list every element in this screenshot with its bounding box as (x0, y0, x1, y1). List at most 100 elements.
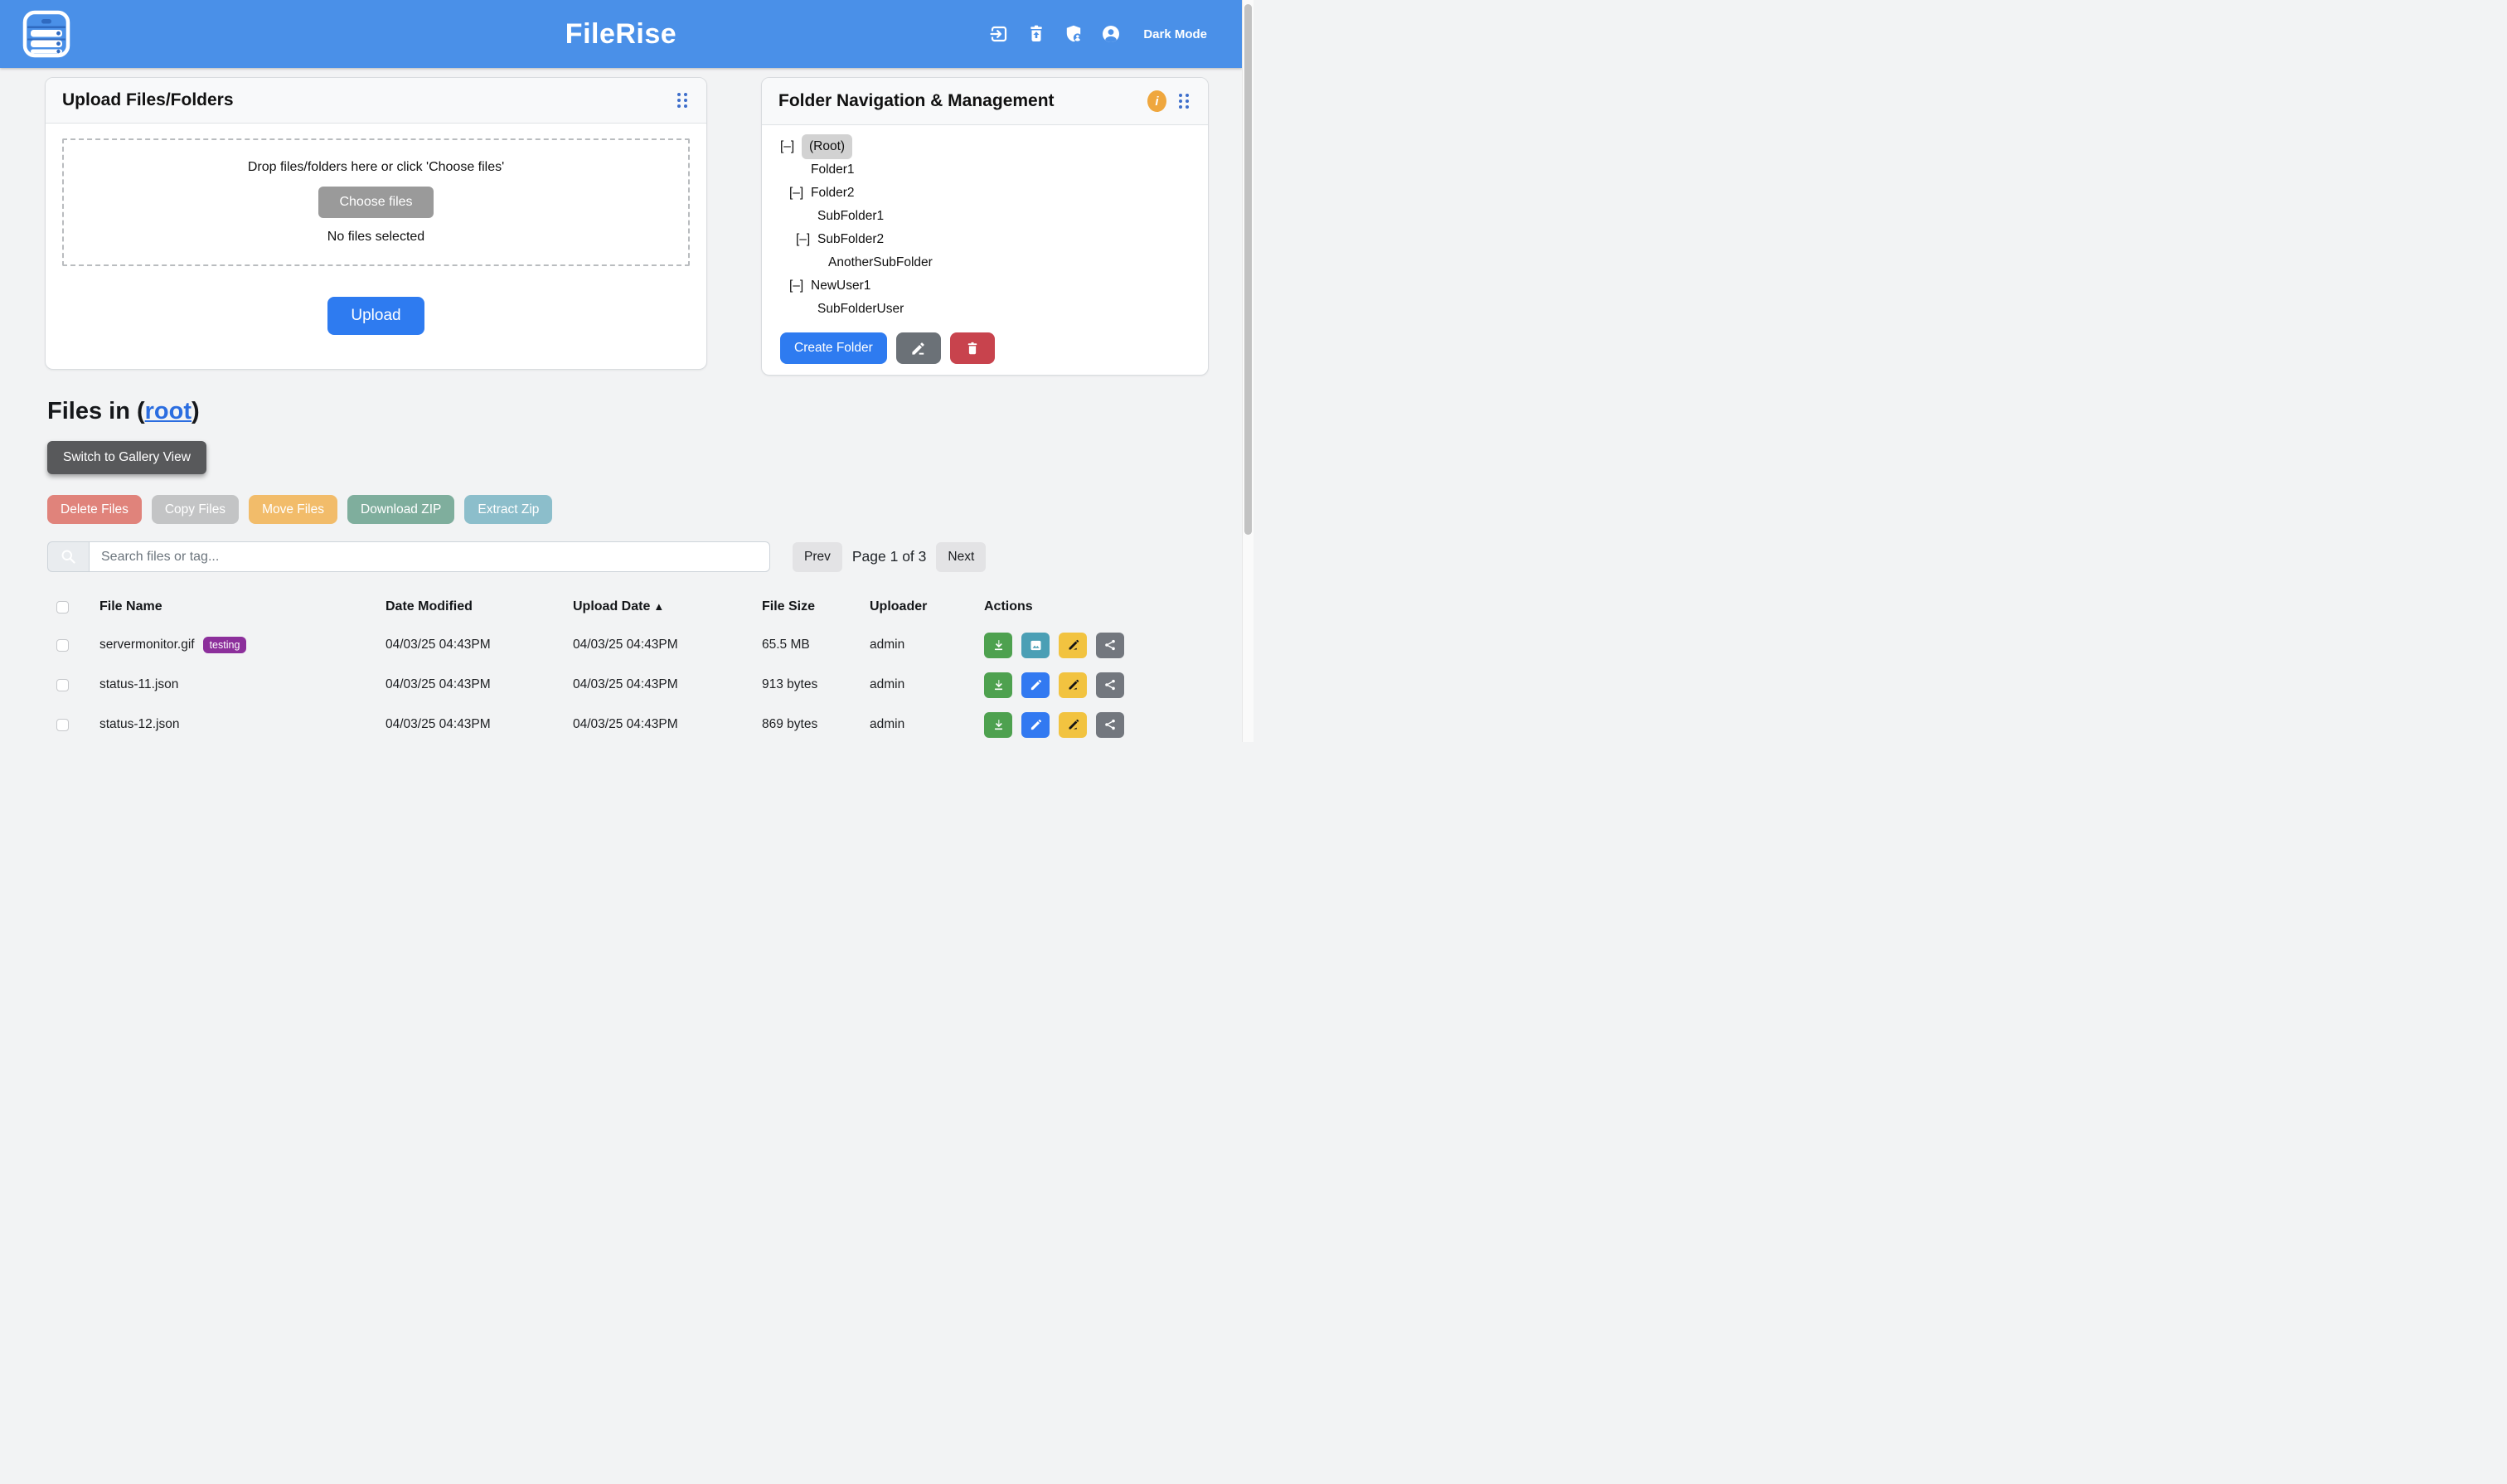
share-icon (1103, 718, 1117, 731)
rename-button[interactable] (1059, 672, 1087, 698)
tree-item-folder2[interactable]: [–] Folder2 (780, 182, 1191, 205)
file-name[interactable]: servermonitor.gif (99, 638, 195, 652)
logout-icon[interactable] (989, 24, 1009, 44)
table-row: status-12.json 04/03/25 04:43PM 04/03/25… (45, 705, 1209, 744)
delete-files-button[interactable]: Delete Files (47, 495, 142, 524)
tree-label[interactable]: SubFolder1 (817, 205, 884, 228)
switch-gallery-view-button[interactable]: Switch to Gallery View (47, 441, 206, 474)
share-button[interactable] (1096, 633, 1124, 658)
search-addon[interactable] (47, 541, 89, 572)
pencil-icon (910, 341, 926, 356)
download-icon (992, 678, 1006, 692)
tree-item-subfolder2[interactable]: [–] SubFolder2 (780, 228, 1191, 251)
download-button[interactable] (984, 672, 1012, 698)
root-folder-link[interactable]: root (145, 398, 192, 424)
date-modified: 04/03/25 04:43PM (386, 677, 573, 692)
rename-pencil-icon (1066, 718, 1080, 732)
upload-date: 04/03/25 04:43PM (573, 677, 762, 692)
tree-label[interactable]: (Root) (802, 134, 852, 159)
file-size: 869 bytes (762, 717, 870, 732)
row-checkbox[interactable] (56, 639, 69, 652)
scrollbar-thumb[interactable] (1244, 4, 1252, 535)
rename-button[interactable] (1059, 712, 1087, 738)
column-header-uploader[interactable]: Uploader (870, 599, 984, 614)
tree-item-folder1[interactable]: Folder1 (780, 158, 1191, 182)
tag-badge: testing (203, 637, 247, 653)
prev-page-button[interactable]: Prev (793, 542, 842, 572)
edit-button[interactable] (1021, 672, 1050, 698)
tree-toggle[interactable]: [–] (780, 135, 802, 158)
select-all-checkbox[interactable] (56, 601, 69, 613)
info-icon[interactable]: i (1147, 90, 1166, 112)
top-header-bar: FileRise Dark Mode (0, 0, 1242, 68)
tree-toggle[interactable]: [–] (796, 228, 817, 251)
edit-pencil-icon (1029, 678, 1043, 692)
row-checkbox[interactable] (56, 719, 69, 731)
share-button[interactable] (1096, 672, 1124, 698)
upload-date: 04/03/25 04:43PM (573, 717, 762, 732)
tree-item-newuser1[interactable]: [–] NewUser1 (780, 274, 1191, 298)
drag-handle-icon[interactable] (1176, 91, 1191, 111)
uploader: admin (870, 717, 984, 732)
tree-label[interactable]: Folder2 (811, 182, 855, 205)
date-modified: 04/03/25 04:43PM (386, 717, 573, 732)
column-header-file-name[interactable]: File Name (99, 599, 386, 614)
drag-handle-icon[interactable] (675, 90, 690, 110)
table-row: servermonitor.gif testing 04/03/25 04:43… (45, 625, 1209, 665)
tree-toggle[interactable]: [–] (789, 182, 811, 205)
upload-dropzone[interactable]: Drop files/folders here or click 'Choose… (62, 138, 690, 266)
upload-card: Upload Files/Folders Drop files/folders … (45, 77, 707, 370)
create-folder-button[interactable]: Create Folder (780, 332, 887, 364)
sort-ascending-icon: ▲ (653, 600, 664, 613)
search-input[interactable] (89, 541, 770, 572)
edit-button[interactable] (1021, 712, 1050, 738)
upload-card-title: Upload Files/Folders (62, 90, 234, 110)
edit-pencil-icon (1029, 718, 1043, 732)
row-checkbox[interactable] (56, 679, 69, 691)
next-page-button[interactable]: Next (936, 542, 986, 572)
tree-label[interactable]: SubFolder2 (817, 228, 884, 251)
dark-mode-toggle[interactable]: Dark Mode (1143, 27, 1207, 41)
delete-folder-button[interactable] (950, 332, 995, 364)
search-icon (60, 548, 77, 565)
tree-toggle[interactable]: [–] (789, 274, 811, 298)
move-files-button[interactable]: Move Files (249, 495, 337, 524)
tree-label[interactable]: AnotherSubFolder (828, 251, 933, 274)
preview-image-button[interactable] (1021, 633, 1050, 658)
upload-button[interactable]: Upload (327, 297, 424, 335)
download-button[interactable] (984, 633, 1012, 658)
uploader: admin (870, 638, 984, 652)
download-icon (992, 638, 1006, 652)
download-button[interactable] (984, 712, 1012, 738)
bulk-actions-row: Delete Files Copy Files Move Files Downl… (47, 495, 552, 524)
column-header-upload-date[interactable]: Upload Date▲ (573, 599, 762, 614)
tree-label[interactable]: Folder1 (811, 158, 855, 182)
rename-button[interactable] (1059, 633, 1087, 658)
tree-item-subfolder1[interactable]: SubFolder1 (780, 205, 1191, 228)
download-zip-button[interactable]: Download ZIP (347, 495, 454, 524)
tree-item-anothersubfolder[interactable]: AnotherSubFolder (780, 251, 1191, 274)
tree-item-subfolderuser[interactable]: SubFolderUser (780, 298, 1191, 321)
tree-label[interactable]: NewUser1 (811, 274, 870, 298)
choose-files-button[interactable]: Choose files (318, 187, 433, 218)
copy-files-button[interactable]: Copy Files (152, 495, 239, 524)
folder-tree: [–] (Root) Folder1 [–] Folder2 SubFolder… (762, 125, 1208, 321)
column-header-date-modified[interactable]: Date Modified (386, 599, 573, 614)
column-header-actions: Actions (984, 599, 1209, 614)
account-circle-icon[interactable] (1101, 24, 1121, 44)
image-icon (1029, 638, 1043, 652)
share-button[interactable] (1096, 712, 1124, 738)
column-header-file-size[interactable]: File Size (762, 599, 870, 614)
rename-folder-button[interactable] (896, 332, 941, 364)
tree-label[interactable]: SubFolderUser (817, 298, 904, 321)
extract-zip-button[interactable]: Extract Zip (464, 495, 552, 524)
file-table: File Name Date Modified Upload Date▲ Fil… (45, 589, 1209, 744)
admin-shield-icon[interactable] (1064, 24, 1084, 44)
file-name[interactable]: status-12.json (99, 717, 180, 732)
tree-item-root[interactable]: [–] (Root) (780, 135, 1191, 158)
restore-trash-icon[interactable] (1026, 24, 1046, 44)
vertical-scrollbar[interactable] (1242, 0, 1254, 742)
file-name[interactable]: status-11.json (99, 677, 178, 692)
table-header-row: File Name Date Modified Upload Date▲ Fil… (45, 589, 1209, 625)
share-icon (1103, 678, 1117, 691)
